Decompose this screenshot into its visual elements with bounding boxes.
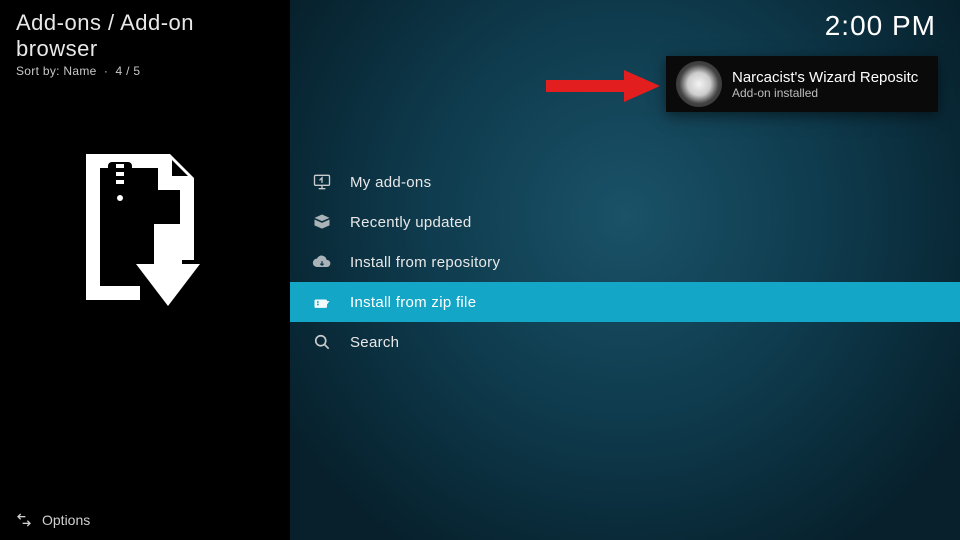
sort-line: Sort by: Name · 4 / 5: [16, 64, 274, 78]
breadcrumb: Add-ons / Add-on browser Sort by: Name ·…: [0, 0, 290, 78]
addon-menu: My add-ons Recently updated Install from…: [290, 162, 960, 362]
monitor-icon: [312, 172, 332, 192]
menu-item-install-repo[interactable]: Install from repository: [290, 242, 960, 282]
menu-item-install-zip[interactable]: Install from zip file: [290, 282, 960, 322]
toast-subtitle: Add-on installed: [732, 86, 918, 100]
menu-label: My add-ons: [350, 174, 431, 191]
search-icon: [312, 332, 332, 352]
notification-toast: Narcacist's Wizard Repositc Add-on insta…: [666, 56, 938, 112]
menu-item-recently-updated[interactable]: Recently updated: [290, 202, 960, 242]
cloud-down-icon: [312, 252, 332, 272]
category-graphic: [0, 148, 290, 308]
menu-label: Install from zip file: [350, 294, 476, 311]
toast-thumbnail: [676, 61, 722, 107]
toast-title: Narcacist's Wizard Repositc: [732, 69, 918, 86]
menu-item-my-addons[interactable]: My add-ons: [290, 162, 960, 202]
sort-prefix: Sort by:: [16, 64, 60, 78]
box-open-icon: [312, 212, 332, 232]
options-label: Options: [42, 512, 90, 528]
sidebar: Add-ons / Add-on browser Sort by: Name ·…: [0, 0, 290, 540]
position-indicator: 4 / 5: [115, 64, 140, 78]
zip-file-icon: [312, 292, 332, 312]
options-button[interactable]: Options: [16, 512, 90, 528]
main-panel: 2:00 PM My add-ons Recently updated Inst…: [290, 0, 960, 540]
menu-label: Install from repository: [350, 254, 500, 271]
breadcrumb-text: Add-ons / Add-on browser: [16, 10, 274, 62]
annotation-arrow-icon: [542, 66, 662, 106]
zip-download-icon: [80, 148, 210, 308]
sort-value: Name: [63, 64, 96, 78]
toast-body: Narcacist's Wizard Repositc Add-on insta…: [722, 69, 918, 100]
sort-sep: ·: [104, 64, 108, 78]
menu-label: Search: [350, 334, 399, 351]
menu-item-search[interactable]: Search: [290, 322, 960, 362]
options-icon: [16, 512, 32, 528]
clock-label: 2:00 PM: [825, 10, 936, 42]
menu-label: Recently updated: [350, 214, 472, 231]
